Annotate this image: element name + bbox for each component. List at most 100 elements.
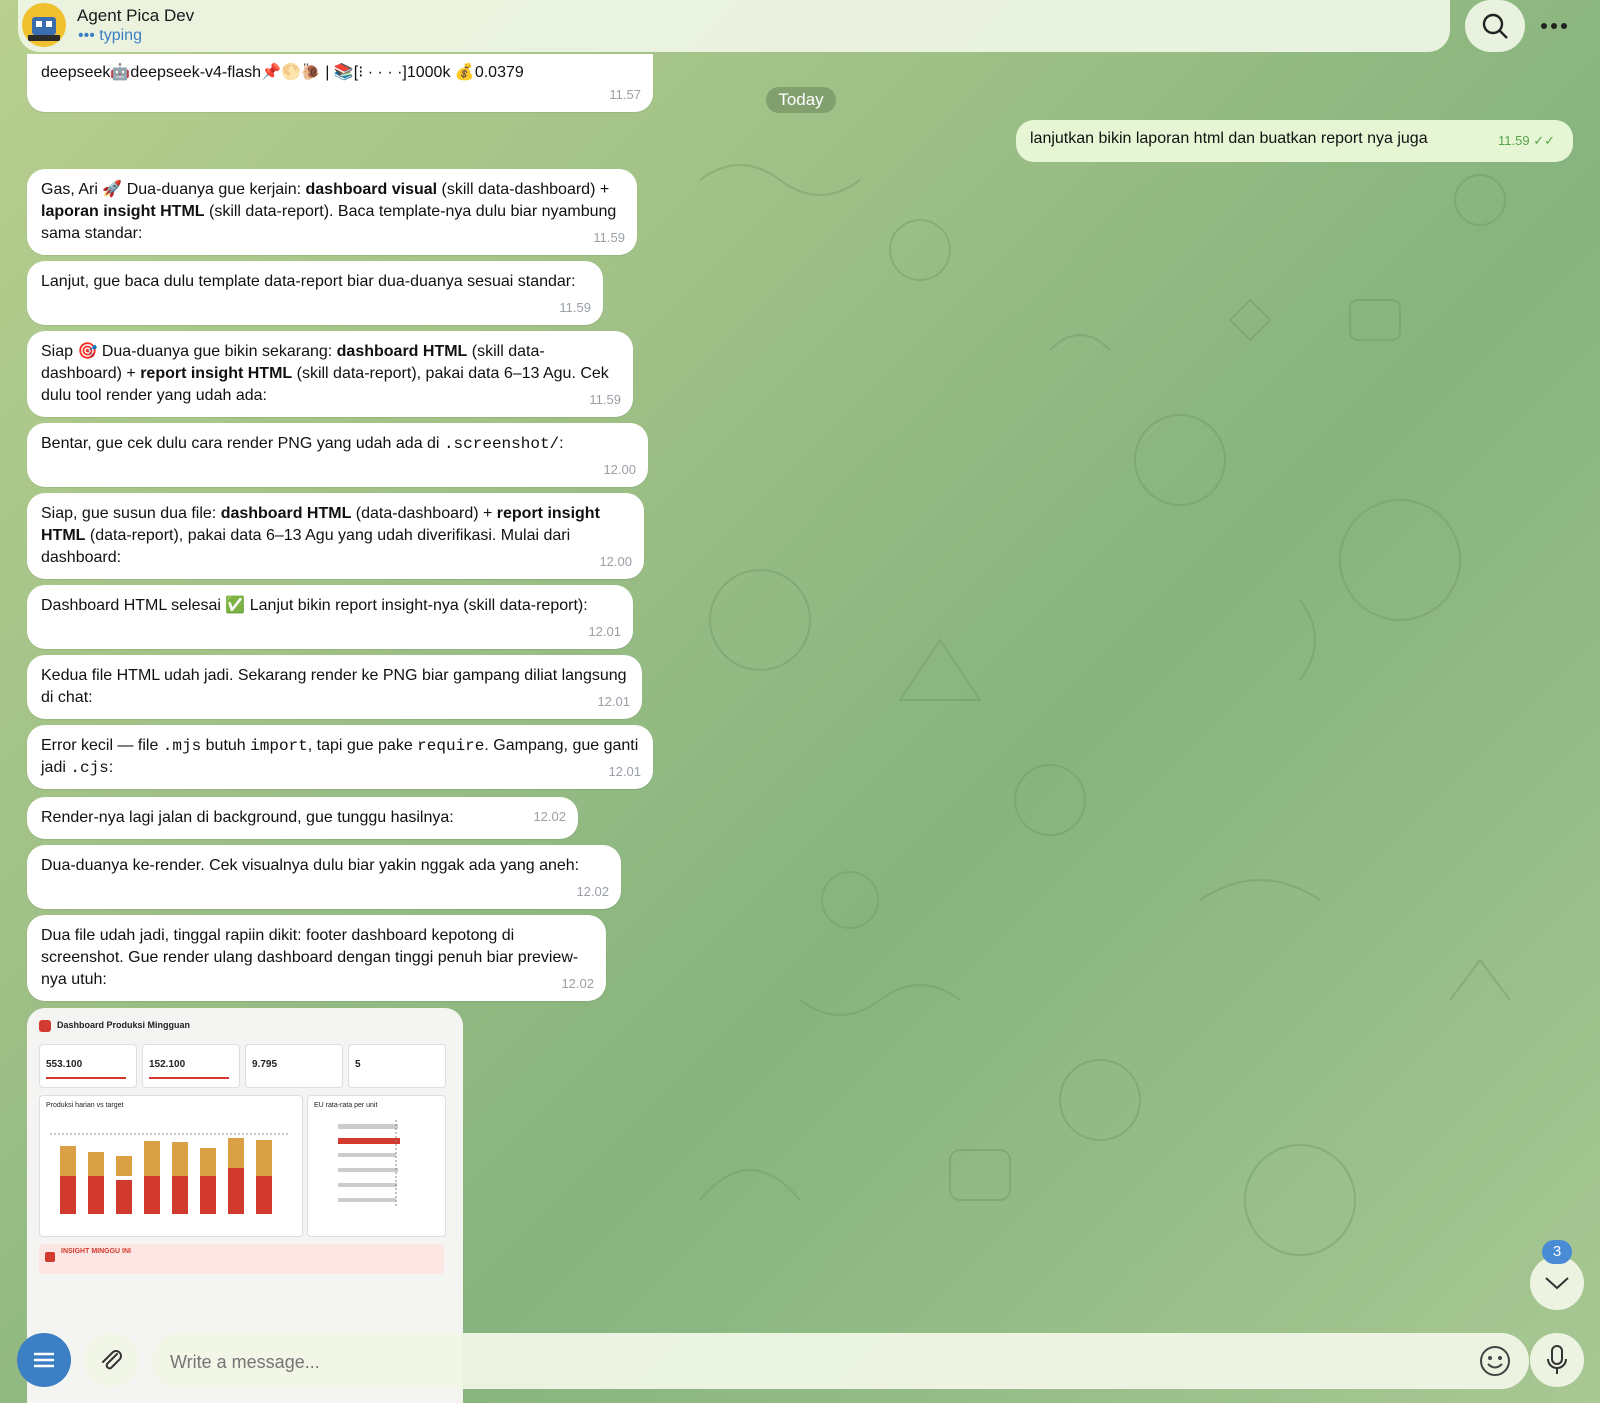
message-text: (skill data-dashboard) +	[437, 181, 610, 198]
message-bubble[interactable]: Dashboard HTML selesai ✅ Lanjut bikin re…	[27, 585, 633, 649]
message-time: 12.00	[603, 462, 636, 477]
chevron-down-icon	[1545, 1277, 1569, 1290]
message-bubble[interactable]: Bentar, gue cek dulu cara render PNG yan…	[27, 423, 648, 487]
message-text: Dua file udah jadi, tinggal rapiin dikit…	[41, 927, 579, 988]
message-text: Lanjut, gue baca dulu template data-repo…	[41, 273, 576, 290]
paperclip-icon	[102, 1350, 122, 1370]
dashboard-logo-icon	[39, 1020, 51, 1032]
hbar-chart-icon	[338, 1120, 400, 1208]
message-bubble[interactable]: Render-nya lagi jalan di background, gue…	[27, 797, 578, 839]
message-time: 12.00	[599, 554, 632, 569]
message-bold: dashboard HTML	[220, 505, 352, 522]
insight-box: INSIGHT MINGGU INI	[39, 1244, 444, 1274]
message-code: .mjs	[162, 737, 202, 755]
message-bubble[interactable]: Kedua file HTML udah jadi. Sekarang rend…	[27, 655, 642, 719]
message-text: Error kecil — file	[41, 737, 163, 754]
scroll-down-button[interactable]	[1530, 1256, 1584, 1310]
outgoing-message[interactable]: lanjutkan bikin laporan html dan buatkan…	[1016, 120, 1573, 162]
insight-title: INSIGHT MINGGU INI	[61, 1248, 131, 1255]
kpi-value: 152.100	[149, 1059, 186, 1070]
message-time: 12.02	[561, 976, 594, 991]
attach-button[interactable]	[84, 1333, 138, 1387]
message-time: 12.02	[533, 809, 566, 824]
menu-button[interactable]	[17, 1333, 71, 1387]
message-time: 11.59	[593, 230, 625, 245]
message-bubble[interactable]: Lanjut, gue baca dulu template data-repo…	[27, 261, 603, 325]
message-text: Gas, Ari 🚀 Dua-duanya gue kerjain:	[41, 181, 306, 198]
message-time-text: 11.59	[1498, 133, 1530, 148]
message-bubble[interactable]: Dua-duanya ke-render. Cek visualnya dulu…	[27, 845, 621, 909]
message-bubble[interactable]: Siap, gue susun dua file: dashboard HTML…	[27, 493, 644, 579]
message-bubble[interactable]: deepseek🤖deepseek-v4-flash📌🌕🐌 | 📚[⁝ · · …	[27, 54, 653, 112]
kpi-value: 9.795	[252, 1059, 278, 1070]
message-time: 12.01	[597, 694, 630, 709]
message-bubble[interactable]: Gas, Ari 🚀 Dua-duanya gue kerjain: dashb…	[27, 169, 637, 255]
message-time: 11.59	[589, 392, 621, 407]
double-check-icon: ✓✓	[1533, 133, 1555, 148]
kpi-card: 5	[348, 1044, 446, 1088]
insight-icon	[45, 1252, 55, 1262]
date-separator: Today	[766, 87, 836, 113]
message-time: 11.57	[609, 87, 641, 102]
bot-avatar-icon	[28, 17, 60, 41]
voice-button[interactable]	[1530, 1333, 1584, 1387]
more-options-button[interactable]	[1525, 0, 1583, 52]
typing-label: typing	[99, 27, 142, 44]
message-bold: laporan insight HTML	[41, 203, 205, 220]
typing-status: ••• typing	[78, 27, 142, 45]
microphone-icon	[1547, 1345, 1567, 1374]
message-bold: dashboard visual	[305, 181, 438, 198]
message-code: require	[417, 737, 485, 755]
message-bold: dashboard HTML	[336, 343, 468, 360]
chat-title: Agent Pica Dev	[77, 6, 195, 25]
kpi-card: 152.100	[142, 1044, 240, 1088]
message-bubble[interactable]: Siap 🎯 Dua-duanya gue bikin sekarang: da…	[27, 331, 633, 417]
message-text: butuh	[201, 737, 251, 754]
message-bubble[interactable]: Error kecil — file .mjs butuh import, ta…	[27, 725, 653, 789]
menu-icon	[34, 1352, 54, 1368]
message-bold: report insight HTML	[140, 365, 293, 382]
message-text: Dua-duanya ke-render. Cek visualnya dulu…	[41, 857, 580, 874]
message-text: Kedua file HTML udah jadi. Sekarang rend…	[41, 667, 627, 706]
message-composer[interactable]	[152, 1333, 1529, 1389]
message-text: deepseek🤖deepseek-v4-flash📌🌕🐌 | 📚[⁝ · · …	[41, 64, 524, 81]
unread-count-badge: 3	[1542, 1240, 1572, 1264]
bar-chart-icon	[50, 1133, 290, 1214]
message-text: Siap, gue susun dua file:	[41, 505, 221, 522]
message-text: (data-report), pakai data 6–13 Agu yang …	[41, 527, 571, 566]
message-time: 11.59 ✓✓	[1498, 133, 1555, 149]
message-code: import	[250, 737, 308, 755]
message-text: (data-dashboard) +	[351, 505, 497, 522]
preview-title: Dashboard Produksi Mingguan	[57, 1020, 191, 1030]
message-time: 12.01	[608, 764, 641, 779]
emoji-button[interactable]	[1479, 1345, 1511, 1382]
message-input[interactable]	[168, 1345, 1422, 1379]
message-time: 12.02	[576, 884, 609, 899]
search-icon	[1482, 13, 1508, 39]
message-code: .cjs	[70, 759, 109, 777]
avatar[interactable]	[22, 3, 66, 47]
hbar-chart-thumbnail: EU rata-rata per unit	[307, 1095, 446, 1237]
message-bubble[interactable]: Dua file udah jadi, tinggal rapiin dikit…	[27, 915, 606, 1001]
message-text: :	[559, 435, 564, 452]
message-code: .screenshot/	[443, 435, 560, 453]
message-time: 12.01	[588, 624, 621, 639]
kpi-card: 9.795	[245, 1044, 343, 1088]
message-text: Dashboard HTML selesai ✅ Lanjut bikin re…	[41, 597, 588, 614]
kpi-value: 5	[355, 1059, 361, 1070]
message-text: lanjutkan bikin laporan html dan buatkan…	[1030, 130, 1428, 147]
message-time: 11.59	[559, 300, 591, 315]
chat-header[interactable]: Agent Pica Dev ••• typing	[18, 0, 1450, 52]
message-text: Bentar, gue cek dulu cara render PNG yan…	[41, 435, 444, 452]
typing-dots-icon: •••	[78, 27, 95, 44]
more-dots-icon	[1541, 23, 1567, 29]
kpi-card: 553.100	[39, 1044, 137, 1088]
emoji-icon	[1480, 1346, 1510, 1376]
search-button[interactable]	[1465, 0, 1525, 52]
message-text: :	[108, 759, 114, 776]
kpi-value: 553.100	[46, 1059, 83, 1070]
message-text: , tapi gue pake	[307, 737, 418, 754]
message-text: Siap 🎯 Dua-duanya gue bikin sekarang:	[41, 343, 337, 360]
bar-chart-thumbnail: Produksi harian vs target	[39, 1095, 303, 1237]
message-text: Render-nya lagi jalan di background, gue…	[41, 809, 454, 826]
